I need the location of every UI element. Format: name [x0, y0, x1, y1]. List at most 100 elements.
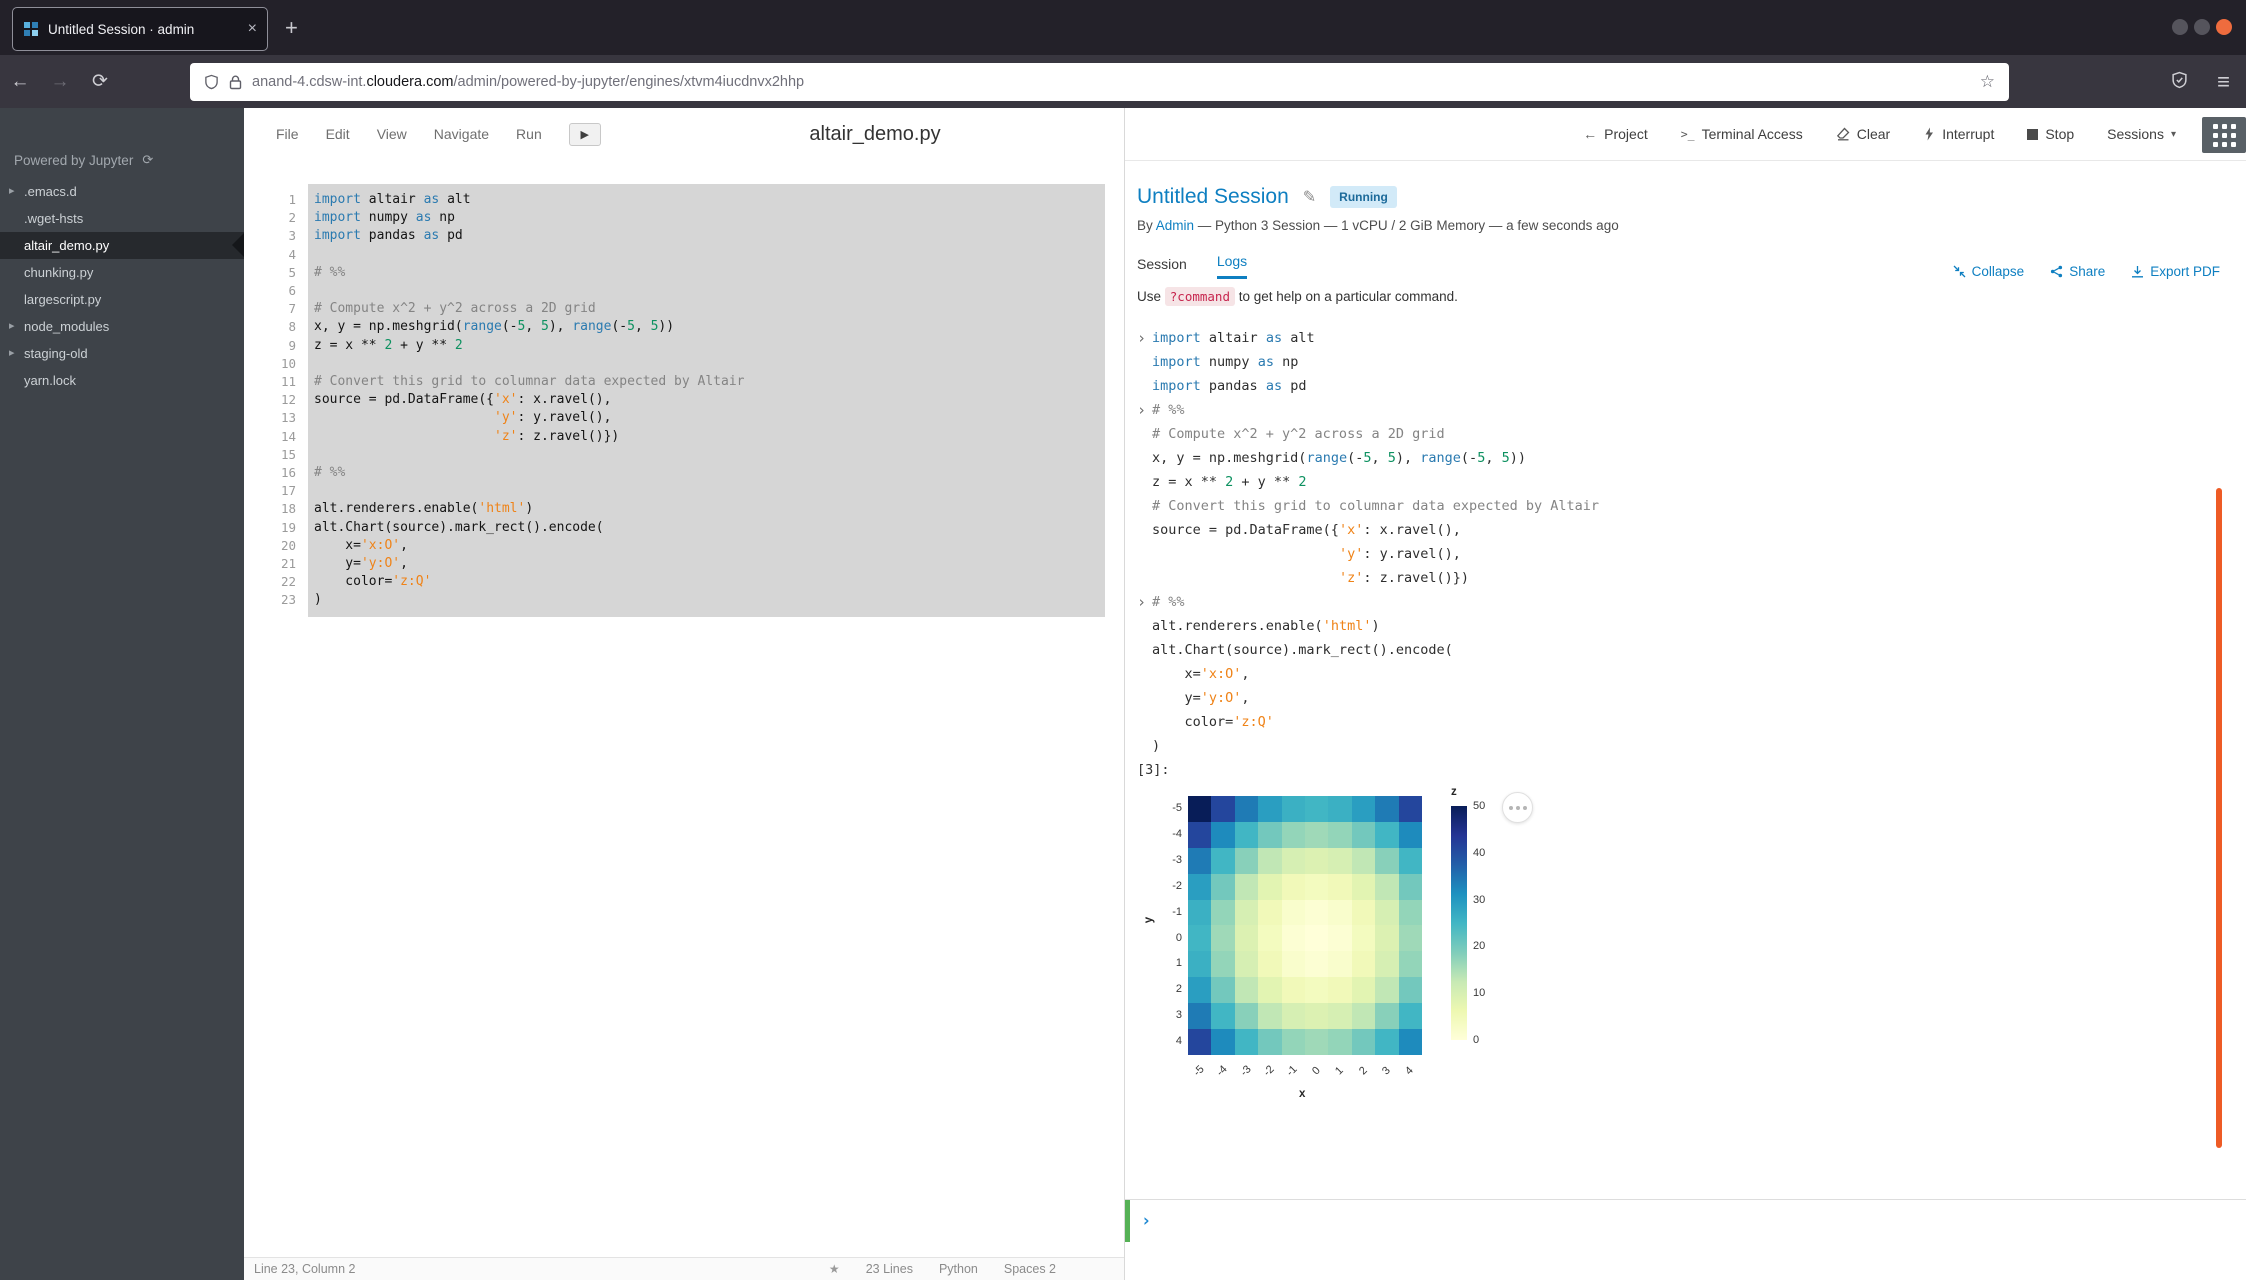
collapse-chevron-icon[interactable]: ›: [1137, 398, 1152, 422]
lock-icon[interactable]: [229, 75, 242, 90]
collapse-chevron-icon[interactable]: ›: [1137, 590, 1152, 614]
edit-pencil-icon[interactable]: ✎: [1303, 187, 1316, 207]
admin-link[interactable]: Admin: [1156, 218, 1194, 233]
export-pdf-button[interactable]: Export PDF: [2131, 264, 2220, 279]
code-line[interactable]: # %%: [314, 264, 1099, 282]
code-line[interactable]: y='y:O',: [314, 555, 1099, 573]
shield-check-icon[interactable]: [2171, 71, 2188, 89]
code-block[interactable]: import altair as altimport numpy as npim…: [308, 184, 1105, 617]
back-icon[interactable]: ←: [0, 71, 40, 93]
heatmap-grid: [1188, 796, 1422, 1055]
code-line[interactable]: x='x:O',: [314, 537, 1099, 555]
refresh-icon[interactable]: ⟳: [142, 152, 153, 168]
tab-close-icon[interactable]: ×: [248, 20, 257, 38]
code-line[interactable]: alt.renderers.enable('html'): [314, 500, 1099, 518]
scrollbar-thumb[interactable]: [2216, 488, 2222, 1148]
menu-icon[interactable]: ≡: [2217, 69, 2230, 95]
console-line: # Compute x^2 + y^2 across a 2D grid: [1137, 422, 2246, 446]
sidebar-file-item[interactable]: yarn.lock: [0, 367, 244, 394]
stop-button[interactable]: Stop: [2027, 126, 2074, 142]
code-line[interactable]: [314, 355, 1099, 373]
sidebar-file-item[interactable]: ▸.emacs.d: [0, 178, 244, 205]
menu-run[interactable]: Run: [516, 126, 542, 142]
code-line[interactable]: alt.Chart(source).mark_rect().encode(: [314, 519, 1099, 537]
sidebar-file-item[interactable]: altair_demo.py: [0, 232, 244, 259]
interrupt-button[interactable]: Interrupt: [1923, 126, 1994, 142]
code-line[interactable]: [314, 446, 1099, 464]
heatmap-cell: [1328, 1003, 1351, 1029]
x-tick-label: 0: [1310, 1065, 1323, 1078]
expand-triangle-icon[interactable]: ▸: [9, 340, 15, 367]
code-line[interactable]: # %%: [314, 464, 1099, 482]
x-axis-title: x: [1299, 1088, 1305, 1100]
code-line[interactable]: [314, 482, 1099, 500]
browser-tab[interactable]: Untitled Session · admin ×: [12, 7, 268, 51]
code-line[interactable]: [314, 246, 1099, 264]
menu-file[interactable]: File: [276, 126, 299, 142]
bookmark-star-icon[interactable]: ☆: [1980, 72, 1995, 92]
line-number: 7: [244, 300, 296, 318]
chevron-spacer: [1137, 710, 1152, 734]
reload-icon[interactable]: ⟳: [80, 70, 120, 93]
collapse-chevron-icon[interactable]: ›: [1137, 326, 1152, 350]
sidebar-file-item[interactable]: ▸staging-old: [0, 340, 244, 367]
heatmap-cell: [1305, 925, 1328, 951]
sidebar-file-item[interactable]: ▸node_modules: [0, 313, 244, 340]
indent-label[interactable]: Spaces 2: [1004, 1262, 1056, 1276]
share-button[interactable]: Share: [2050, 264, 2105, 279]
code-line[interactable]: z = x ** 2 + y ** 2: [314, 337, 1099, 355]
code-line[interactable]: import altair as alt: [314, 191, 1099, 209]
project-button[interactable]: ←Project: [1583, 126, 1648, 142]
language-label[interactable]: Python: [939, 1262, 978, 1276]
new-tab-button[interactable]: +: [285, 13, 298, 43]
sessions-dropdown[interactable]: Sessions▾: [2107, 126, 2176, 142]
maximize-button[interactable]: [2194, 19, 2210, 35]
code-line[interactable]: [314, 282, 1099, 300]
code-line[interactable]: import pandas as pd: [314, 227, 1099, 245]
collapse-button[interactable]: Collapse: [1953, 264, 2025, 279]
expand-triangle-icon[interactable]: ▸: [9, 313, 15, 340]
code-line[interactable]: # Convert this grid to columnar data exp…: [314, 373, 1099, 391]
chart-options-button[interactable]: [1502, 792, 1533, 823]
sidebar-file-item[interactable]: largescript.py: [0, 286, 244, 313]
code-editor[interactable]: 1234567891011121314151617181920212223 im…: [244, 184, 1105, 617]
close-button[interactable]: [2216, 19, 2232, 35]
expand-triangle-icon[interactable]: ▸: [9, 178, 15, 205]
console-input[interactable]: ›: [1125, 1199, 2246, 1241]
forward-icon[interactable]: →: [40, 71, 80, 93]
apps-grid-button[interactable]: [2202, 117, 2246, 153]
line-number: 6: [244, 282, 296, 300]
sidebar-file-item[interactable]: .wget-hsts: [0, 205, 244, 232]
console-line: alt.Chart(source).mark_rect().encode(: [1137, 638, 2246, 662]
heatmap-cell: [1188, 925, 1211, 951]
url-bar[interactable]: anand-4.cdsw-int.cloudera.com/admin/powe…: [190, 63, 2009, 101]
session-byline: By Admin — Python 3 Session — 1 vCPU / 2…: [1137, 218, 2246, 233]
code-line[interactable]: 'z': z.ravel()}): [314, 428, 1099, 446]
star-icon[interactable]: ★: [829, 1262, 840, 1276]
tracking-shield-icon[interactable]: [204, 74, 219, 90]
tab-session[interactable]: Session: [1137, 256, 1187, 279]
session-console[interactable]: ›import altair as altimport numpy as npi…: [1137, 326, 2246, 758]
code-line[interactable]: import numpy as np: [314, 209, 1099, 227]
code-line[interactable]: # Compute x^2 + y^2 across a 2D grid: [314, 300, 1099, 318]
code-line[interactable]: x, y = np.meshgrid(range(-5, 5), range(-…: [314, 318, 1099, 336]
run-button[interactable]: ▶: [569, 123, 601, 146]
minimize-button[interactable]: [2172, 19, 2188, 35]
y-tick-label: 4: [1149, 1029, 1182, 1055]
menu-navigate[interactable]: Navigate: [434, 126, 489, 142]
code-line[interactable]: color='z:Q': [314, 573, 1099, 591]
menu-edit[interactable]: Edit: [326, 126, 350, 142]
sidebar-file-item[interactable]: chunking.py: [0, 259, 244, 286]
code-line[interactable]: ): [314, 591, 1099, 609]
line-number: 16: [244, 464, 296, 482]
tab-logs[interactable]: Logs: [1217, 253, 1247, 279]
heatmap-cell: [1328, 900, 1351, 926]
heatmap-cell: [1352, 1003, 1375, 1029]
clear-button[interactable]: Clear: [1836, 126, 1890, 142]
code-line[interactable]: 'y': y.ravel(),: [314, 409, 1099, 427]
menu-view[interactable]: View: [377, 126, 407, 142]
application-window: Untitled Session · admin × + ← → ⟳ anand…: [0, 0, 2246, 1280]
heatmap-cell: [1328, 796, 1351, 822]
terminal-access-button[interactable]: >_Terminal Access: [1681, 126, 1803, 142]
code-line[interactable]: source = pd.DataFrame({'x': x.ravel(),: [314, 391, 1099, 409]
